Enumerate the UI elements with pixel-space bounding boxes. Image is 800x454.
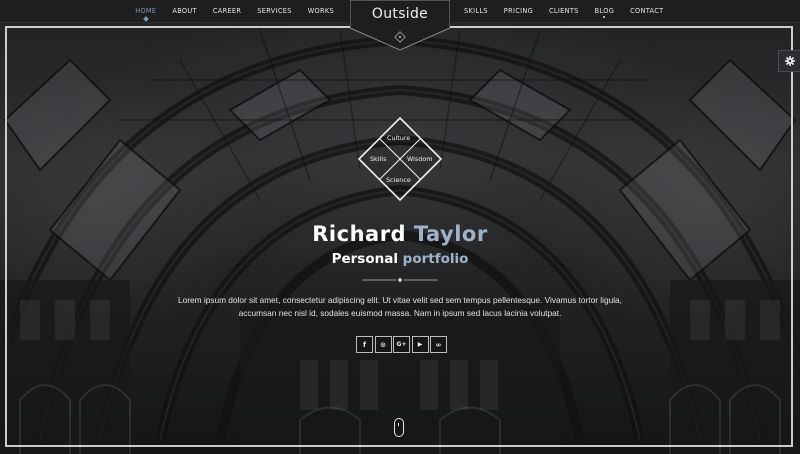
lastfm-icon[interactable]: ∞ xyxy=(430,336,447,353)
nav-item-pricing[interactable]: PRICING xyxy=(496,0,541,22)
hero-subtitle: Personal portfolio xyxy=(0,251,800,267)
brand-title: Outside xyxy=(371,6,429,22)
social-links: f ⊙ G+ ▶ ∞ xyxy=(356,336,449,353)
google-plus-icon[interactable]: G+ xyxy=(393,336,410,353)
hero-description-line-1: Lorem ipsum dolor sit amet, consectetur … xyxy=(178,295,622,305)
nav-item-services[interactable]: SERVICES xyxy=(249,0,299,22)
github-icon[interactable]: ⊙ xyxy=(374,336,392,353)
brand-badge[interactable]: Outside xyxy=(350,0,450,52)
nav-item-skills[interactable]: SKILLS xyxy=(456,0,496,22)
hero-subtitle-main: Personal xyxy=(331,251,398,267)
values-diamond: Culture Skills Wisdom Science xyxy=(357,116,443,202)
settings-gear-button[interactable] xyxy=(778,50,800,72)
diamond-word-wisdom[interactable]: Wisdom xyxy=(407,155,432,163)
hero-name-last: Taylor xyxy=(413,222,488,246)
gear-icon xyxy=(784,56,795,66)
heading-divider xyxy=(362,277,438,283)
facebook-icon[interactable]: f xyxy=(356,336,373,353)
scroll-down-mouse-icon[interactable] xyxy=(394,418,404,437)
nav-item-career[interactable]: CAREER xyxy=(205,0,249,22)
nav-left-group: HOME ABOUT CAREER SERVICES WORKS xyxy=(127,0,342,22)
nav-item-contact[interactable]: CONTACT xyxy=(622,0,671,22)
hero-description: Lorem ipsum dolor sit amet, consectetur … xyxy=(170,294,630,320)
nav-item-home[interactable]: HOME xyxy=(127,0,164,22)
diamond-word-science[interactable]: Science xyxy=(386,176,411,184)
nav-item-clients[interactable]: CLIENTS xyxy=(541,0,587,22)
hero-name-first: Richard xyxy=(312,222,407,246)
nav-item-about[interactable]: ABOUT xyxy=(164,0,204,22)
hero-subtitle-accent: portfolio xyxy=(402,251,469,267)
diamond-word-culture[interactable]: Culture xyxy=(387,134,410,142)
hero-description-line-2: accumsan nec nisl id, sodales euismod ma… xyxy=(238,308,562,318)
diamond-word-skills[interactable]: Skills xyxy=(370,155,386,163)
hero-name: Richard Taylor xyxy=(0,222,800,246)
submenu-indicator-icon xyxy=(603,16,606,18)
mouse-wheel xyxy=(398,423,400,426)
brand-diamond-icon[interactable] xyxy=(394,31,406,43)
nav-item-works[interactable]: WORKS xyxy=(300,0,342,22)
nav-item-blog-label: BLOG xyxy=(594,7,615,15)
youtube-icon[interactable]: ▶ xyxy=(411,336,429,353)
nav-item-blog[interactable]: BLOG xyxy=(587,0,622,22)
nav-right-group: SKILLS PRICING CLIENTS BLOG CONTACT xyxy=(456,0,671,22)
